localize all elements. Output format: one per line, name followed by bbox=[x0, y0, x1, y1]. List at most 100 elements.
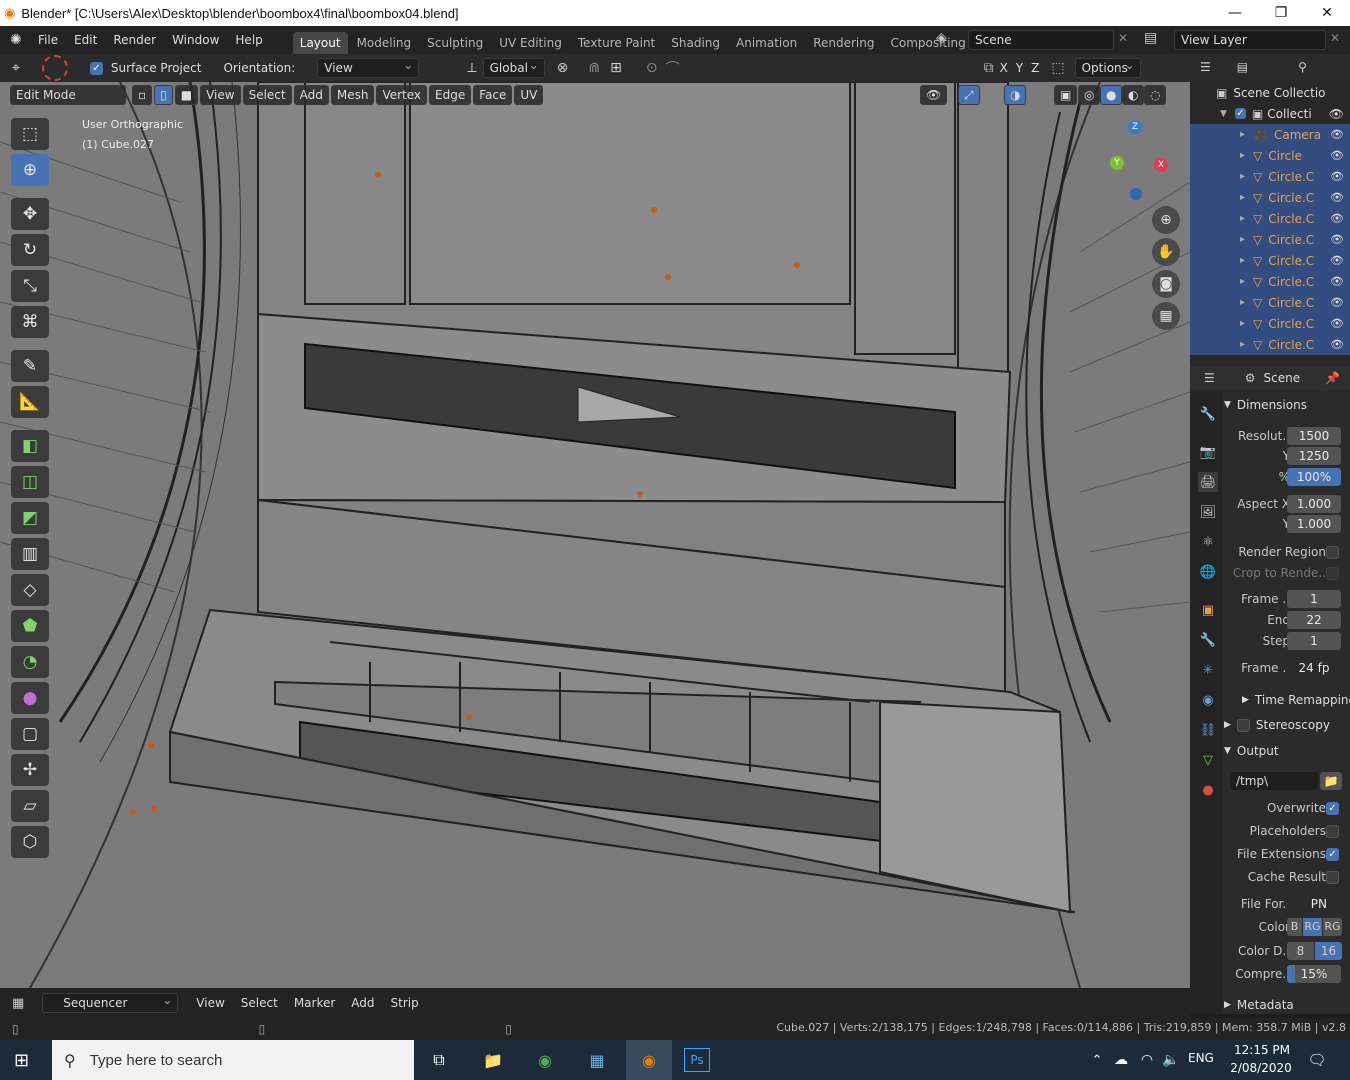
select-box-tool[interactable]: ⬚ bbox=[11, 118, 49, 150]
expand-arrow-icon[interactable]: ▸ bbox=[1240, 339, 1245, 350]
zoom-icon[interactable]: ⊕ bbox=[1152, 206, 1180, 234]
viewport-menu-edge[interactable]: Edge bbox=[429, 85, 472, 105]
expand-arrow-icon[interactable]: ▸ bbox=[1240, 129, 1245, 140]
file-extensions-checkbox[interactable]: ✓ bbox=[1326, 847, 1339, 861]
sequencer-menu-view[interactable]: View bbox=[188, 996, 232, 1010]
snap-target-icon[interactable]: ⊞ bbox=[610, 60, 622, 76]
menu-render[interactable]: Render bbox=[105, 33, 164, 47]
outliner-item[interactable]: ▸ ▽ Circle 👁 bbox=[1190, 145, 1350, 166]
sequencer-menu-marker[interactable]: Marker bbox=[286, 996, 343, 1010]
annotate-tool[interactable]: ✎ bbox=[11, 350, 49, 382]
menu-edit[interactable]: Edit bbox=[66, 33, 105, 47]
mode-dropdown[interactable]: Edit Mode bbox=[10, 85, 126, 105]
placeholders-checkbox[interactable] bbox=[1326, 824, 1339, 838]
outliner-collection[interactable]: ▼ ✓ ▣ Collecti 👁 bbox=[1190, 103, 1350, 124]
sequencer-menu-strip[interactable]: Strip bbox=[383, 996, 427, 1010]
blender-taskbar-icon[interactable]: ◉ bbox=[626, 1040, 672, 1080]
blender-menu-icon[interactable]: ✺ bbox=[10, 32, 30, 48]
scene-remove-icon[interactable]: ✕ bbox=[1118, 31, 1128, 45]
spin-tool[interactable]: ◔ bbox=[11, 646, 49, 678]
visibility-eye-icon[interactable]: 👁 bbox=[1330, 317, 1344, 330]
windows-start-icon[interactable]: ⊞ bbox=[14, 1050, 29, 1071]
viewport-menu-mesh[interactable]: Mesh bbox=[330, 85, 375, 105]
rotate-tool[interactable]: ↻ bbox=[11, 234, 49, 266]
viewport-menu-vertex[interactable]: Vertex bbox=[376, 85, 428, 105]
expand-arrow-icon[interactable]: ▸ bbox=[1240, 318, 1245, 329]
shear-tool[interactable]: ▱ bbox=[11, 790, 49, 822]
view-layer-selector[interactable]: View Layer bbox=[1174, 30, 1326, 50]
close-button[interactable]: ✕ bbox=[1304, 0, 1350, 26]
view-layer-browse-icon[interactable]: ▤ bbox=[1144, 30, 1157, 46]
constraints-tab-icon[interactable]: ⛓ bbox=[1198, 720, 1218, 740]
clock-date[interactable]: 2/08/2020 bbox=[1226, 1061, 1296, 1075]
sequencer-menu-select[interactable]: Select bbox=[233, 996, 286, 1010]
color-depth-8-option[interactable]: 8 bbox=[1287, 942, 1314, 960]
app-icon[interactable]: ▦ bbox=[582, 1046, 612, 1074]
tab-layout[interactable]: Layout bbox=[292, 32, 348, 54]
expand-arrow-icon[interactable]: ▸ bbox=[1240, 213, 1245, 224]
menu-file[interactable]: File bbox=[30, 33, 66, 47]
tab-modeling[interactable]: Modeling bbox=[350, 32, 419, 54]
visibility-eye-icon[interactable]: 👁 bbox=[1330, 170, 1344, 183]
outliner-search-icon[interactable]: ⚲ bbox=[1298, 60, 1307, 74]
expand-arrow-icon[interactable]: ▸ bbox=[1240, 192, 1245, 203]
axis-x-toggle[interactable]: X bbox=[1000, 61, 1008, 75]
cursor-tool-icon[interactable] bbox=[41, 55, 68, 81]
resolution-y-field[interactable]: 1250 bbox=[1287, 447, 1341, 465]
stereoscopy-header[interactable]: ▶ Stereoscopy bbox=[1224, 714, 1348, 736]
properties-editor-icon[interactable]: ☰ bbox=[1204, 371, 1215, 385]
visibility-eye-icon[interactable]: 👁 bbox=[1330, 128, 1344, 141]
scene-selector[interactable]: Scene bbox=[968, 30, 1114, 50]
overwrite-checkbox[interactable]: ✓ bbox=[1326, 801, 1339, 815]
outliner-item[interactable]: ▸ ▽ Circle.C 👁 bbox=[1190, 250, 1350, 271]
gizmo-z-axis[interactable]: Z bbox=[1128, 120, 1142, 134]
frame-end-field[interactable]: 22 bbox=[1287, 611, 1341, 629]
frame-start-field[interactable]: 1 bbox=[1287, 590, 1341, 608]
chrome-icon[interactable]: ◉ bbox=[530, 1046, 560, 1074]
compression-slider[interactable]: 15% bbox=[1287, 965, 1341, 983]
notifications-icon[interactable]: 🗨 bbox=[1302, 1046, 1332, 1074]
visibility-icon[interactable]: 👁 bbox=[920, 85, 948, 105]
scene-browse-icon[interactable]: ◈ bbox=[936, 30, 947, 46]
data-tab-icon[interactable]: ▽ bbox=[1198, 750, 1218, 770]
edge-slide-tool[interactable]: ▢ bbox=[11, 718, 49, 750]
tab-texture-paint[interactable]: Texture Paint bbox=[571, 32, 662, 54]
visibility-eye-icon[interactable]: 👁 bbox=[1330, 212, 1344, 225]
gizmo-neg-z-axis[interactable] bbox=[1130, 188, 1142, 200]
tool-icon[interactable]: ⌖ bbox=[12, 60, 20, 76]
mirror-icon[interactable]: ⧉ bbox=[984, 60, 994, 76]
time-remapping-header[interactable]: ▶ Time Remapping bbox=[1242, 689, 1350, 711]
physics-tab-icon[interactable]: ◉ bbox=[1198, 690, 1218, 710]
color-bw-option[interactable]: B bbox=[1287, 918, 1302, 936]
inset-tool[interactable]: ◫ bbox=[11, 466, 49, 498]
surface-project-checkbox[interactable]: ✓ bbox=[89, 61, 103, 75]
transform-tool[interactable]: ⌘ bbox=[11, 306, 49, 338]
visibility-eye-icon[interactable]: 👁 bbox=[1330, 296, 1344, 309]
face-select-mode-icon[interactable]: ■ bbox=[174, 85, 199, 105]
gizmo-toggle-icon[interactable]: ⤢ bbox=[958, 85, 980, 105]
frame-rate-dropdown[interactable]: 24 fp bbox=[1287, 659, 1341, 677]
viewport-menu-select[interactable]: Select bbox=[242, 85, 292, 105]
outliner-item[interactable]: ▸ ▽ Circle.C 👁 bbox=[1190, 334, 1350, 355]
aspect-x-field[interactable]: 1.000 bbox=[1287, 495, 1341, 513]
aspect-y-field[interactable]: 1.000 bbox=[1287, 515, 1341, 533]
extrude-tool[interactable]: ◧ bbox=[11, 430, 49, 462]
shading-material-icon[interactable]: ◐ bbox=[1122, 85, 1145, 105]
options-dropdown[interactable]: Options bbox=[1074, 56, 1141, 78]
viewport-menu-view[interactable]: View bbox=[200, 85, 241, 105]
tab-compositing[interactable]: Compositing bbox=[883, 32, 972, 54]
file-format-dropdown[interactable]: PN bbox=[1287, 895, 1341, 913]
outliner-item[interactable]: ▸ ▽ Circle.C 👁 bbox=[1190, 208, 1350, 229]
render-region-checkbox[interactable] bbox=[1326, 545, 1339, 559]
expand-arrow-icon[interactable]: ▸ bbox=[1240, 255, 1245, 266]
camera-view-icon[interactable]: ◙ bbox=[1152, 270, 1180, 298]
cursor-tool[interactable]: ⊕ bbox=[11, 154, 49, 186]
output-panel-header[interactable]: ▼ Output bbox=[1224, 740, 1348, 762]
pivot-point-icon[interactable]: ⊗ bbox=[557, 60, 569, 76]
resolution-x-field[interactable]: 1500 bbox=[1287, 427, 1341, 445]
task-view-icon[interactable]: ⧉ bbox=[424, 1046, 454, 1074]
outliner-scene-collection[interactable]: ▣ Scene Collectio bbox=[1190, 82, 1350, 103]
outliner-item[interactable]: ▸ ▽ Circle.C 👁 bbox=[1190, 292, 1350, 313]
proportional-edit-icon[interactable]: ⊙ bbox=[646, 60, 658, 76]
rip-tool[interactable]: ⬡ bbox=[11, 826, 49, 858]
